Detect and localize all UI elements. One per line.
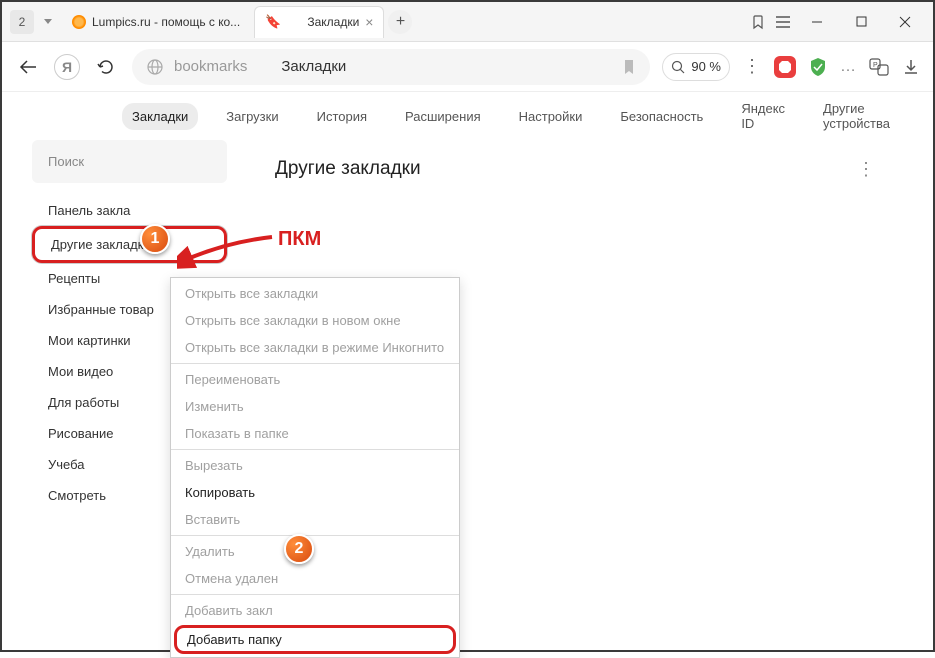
folder-bookmark-bar[interactable]: Панель заклa — [32, 195, 227, 226]
bookmark-page-icon[interactable] — [622, 59, 636, 75]
site-info-icon[interactable] — [146, 58, 164, 76]
nav-tab-devices[interactable]: Другие устройства — [813, 95, 900, 137]
annotation-arrow-icon — [177, 232, 277, 272]
cm-show-folder[interactable]: Показать в папке — [171, 420, 459, 447]
lumpics-favicon-icon — [72, 15, 86, 29]
zoom-icon — [671, 60, 685, 74]
panel-menu-button[interactable]: ⋮ — [857, 159, 875, 180]
address-bar[interactable]: bookmarks Закладки — [132, 49, 650, 85]
main-header: Другие закладки ⋮ — [247, 140, 903, 198]
cm-undo-delete[interactable]: Отмена удален — [171, 565, 459, 592]
tab-title: Lumpics.ru - помощь с кo... — [92, 15, 240, 29]
kebab-menu[interactable]: ⋮ — [742, 57, 762, 77]
cm-copy[interactable]: Копировать — [171, 479, 459, 506]
nav-tab-settings[interactable]: Настройки — [509, 103, 593, 130]
reload-button[interactable] — [92, 53, 120, 81]
back-button[interactable] — [14, 53, 42, 81]
new-tab-button[interactable]: + — [388, 10, 412, 34]
toolbar: Я bookmarks Закладки 90 % ⋮ … P — [2, 42, 933, 92]
tab-dropdown[interactable] — [38, 10, 58, 34]
cm-open-all-incognito[interactable]: Открыть все закладки в режиме Инкогнито — [171, 334, 459, 361]
cm-open-all-new[interactable]: Открыть все закладки в новом окне — [171, 307, 459, 334]
search-input[interactable]: Поиск — [32, 140, 227, 183]
cm-paste[interactable]: Вставить — [171, 506, 459, 533]
context-menu: Открыть все закладки Открыть все закладк… — [170, 277, 460, 658]
address-title: Закладки — [281, 58, 346, 75]
shield-icon[interactable] — [808, 57, 828, 77]
cm-rename[interactable]: Переименовать — [171, 366, 459, 393]
zoom-control[interactable]: 90 % — [662, 53, 730, 81]
content: Поиск Панель заклa Другие закладки Рецеп… — [2, 140, 933, 511]
maximize-button[interactable] — [841, 2, 881, 42]
bookmark-menu-icon[interactable] — [749, 12, 769, 32]
nav-tab-downloads[interactable]: Загрузки — [216, 103, 288, 130]
nav-tab-security[interactable]: Безопасность — [610, 103, 713, 130]
cm-add-bookmark[interactable]: Добавить закл — [171, 597, 459, 624]
tab-close-button[interactable]: × — [365, 14, 373, 30]
cm-open-all[interactable]: Открыть все закладки — [171, 280, 459, 307]
svg-text:P: P — [873, 62, 878, 69]
tab-count-badge[interactable]: 2 — [10, 10, 34, 34]
tab-lumpics[interactable]: Lumpics.ru - помощь с кo... — [62, 6, 250, 38]
cm-delete[interactable]: Удалить — [171, 538, 459, 565]
nav-tab-bookmarks[interactable]: Закладки — [122, 103, 198, 130]
cm-cut[interactable]: Вырезать — [171, 452, 459, 479]
annotation-badge-2: 2 — [284, 534, 314, 564]
annotation-badge-1: 1 — [140, 224, 170, 254]
minimize-button[interactable] — [797, 2, 837, 42]
yandex-logo-icon[interactable]: Я — [54, 54, 80, 80]
adblock-icon[interactable] — [774, 56, 796, 78]
tab-title: Закладки — [307, 15, 359, 29]
nav-tab-yandexid[interactable]: Яндекс ID — [731, 95, 795, 137]
nav-tab-history[interactable]: История — [307, 103, 377, 130]
main-menu-icon[interactable] — [773, 12, 793, 32]
page-title: Другие закладки — [275, 158, 857, 180]
nav-tab-extensions[interactable]: Расширения — [395, 103, 491, 130]
translate-icon[interactable]: P — [869, 57, 889, 77]
close-button[interactable] — [885, 2, 925, 42]
titlebar: 2 Lumpics.ru - помощь с кo... 🔖 Закладки… — [2, 2, 933, 42]
downloads-icon[interactable] — [901, 57, 921, 77]
cm-edit[interactable]: Изменить — [171, 393, 459, 420]
tab-bookmarks[interactable]: 🔖 Закладки × — [254, 6, 384, 38]
annotation-pkm-label: ПКМ — [278, 228, 321, 251]
bookmark-favicon-icon: 🔖 — [265, 14, 281, 30]
cm-add-folder[interactable]: Добавить папку — [174, 625, 456, 654]
more-extensions[interactable]: … — [840, 58, 857, 76]
address-protocol: bookmarks — [174, 58, 247, 75]
zoom-value: 90 % — [691, 59, 721, 74]
nav-tabs: Закладки Загрузки История Расширения Нас… — [2, 92, 933, 140]
